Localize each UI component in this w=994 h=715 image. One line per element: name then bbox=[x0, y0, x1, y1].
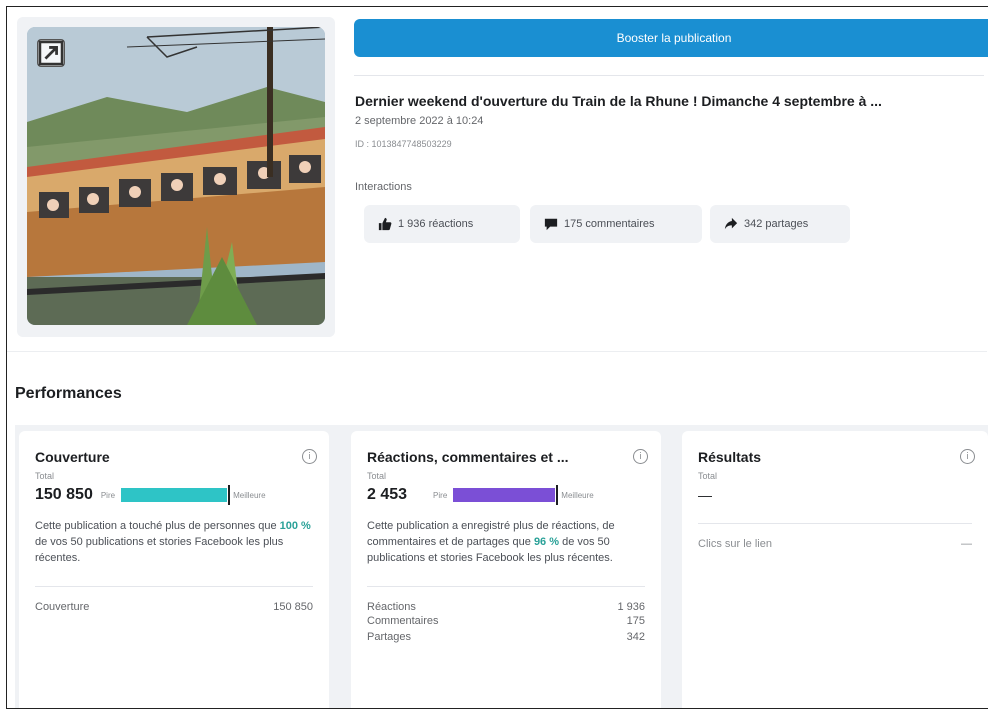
reactions-row: Réactions 1 936 bbox=[367, 601, 645, 613]
coverage-card: Couverture i Total 150 850 Pire Meilleur… bbox=[19, 431, 329, 708]
performances-heading: Performances bbox=[15, 385, 122, 402]
reactions-chip[interactable]: 1 936 réactions bbox=[364, 205, 520, 243]
post-date: 2 septembre 2022 à 10:24 bbox=[355, 115, 484, 127]
engagement-title: Réactions, commentaires et ... bbox=[367, 449, 569, 465]
post-id: ID : 1013847748503229 bbox=[355, 139, 452, 149]
info-icon[interactable]: i bbox=[633, 449, 648, 464]
engagement-value: 2 453 bbox=[367, 486, 408, 503]
bar-low-label: Pire bbox=[100, 490, 116, 500]
coverage-value: 150 850 bbox=[35, 486, 93, 503]
engagement-total-label: Total bbox=[367, 471, 387, 481]
coverage-description: Cette publication a touché plus de perso… bbox=[35, 520, 311, 564]
engagement-card: Réactions, commentaires et ... i Total 2… bbox=[351, 431, 661, 708]
boost-post-button[interactable]: Booster la publication bbox=[354, 19, 988, 57]
reactions-count: 1 936 réactions bbox=[398, 218, 474, 230]
post-thumbnail[interactable] bbox=[27, 27, 325, 325]
post-insights-panel: Booster la publication Dernier weekend d… bbox=[6, 6, 988, 709]
divider bbox=[35, 586, 313, 587]
comment-icon bbox=[544, 218, 558, 231]
share-icon bbox=[724, 217, 738, 230]
thumbnail-badge-icon bbox=[37, 39, 65, 67]
coverage-title: Couverture bbox=[35, 449, 110, 465]
comments-row: Commentaires 175 bbox=[367, 615, 645, 627]
link-clicks-row: Clics sur le lien — bbox=[698, 538, 972, 550]
train-photo-image bbox=[27, 27, 325, 325]
results-title: Résultats bbox=[698, 449, 762, 465]
coverage-comparison-bar bbox=[121, 485, 231, 505]
engagement-comparison-bar bbox=[453, 485, 559, 505]
shares-row: Partages 342 bbox=[367, 631, 645, 643]
results-total-label: Total bbox=[698, 471, 718, 481]
bar-high-label: Meilleure bbox=[561, 490, 594, 500]
post-thumbnail-card bbox=[17, 17, 335, 337]
info-icon[interactable]: i bbox=[302, 449, 317, 464]
info-icon[interactable]: i bbox=[960, 449, 975, 464]
divider bbox=[367, 586, 645, 587]
shares-count: 342 partages bbox=[744, 218, 809, 230]
results-value: — bbox=[698, 487, 712, 503]
coverage-percent: 100 % bbox=[279, 520, 311, 532]
comments-chip[interactable]: 175 commentaires bbox=[530, 205, 702, 243]
divider bbox=[7, 351, 987, 352]
interactions-label: Interactions bbox=[355, 181, 412, 193]
results-card: Résultats i Total — Clics sur le lien — bbox=[682, 431, 988, 708]
divider bbox=[354, 75, 984, 76]
coverage-total-label: Total bbox=[35, 471, 55, 481]
bar-low-label: Pire bbox=[433, 490, 448, 500]
coverage-row: Couverture 150 850 bbox=[35, 601, 313, 613]
divider bbox=[698, 523, 972, 524]
bar-high-label: Meilleure bbox=[233, 490, 266, 500]
comments-count: 175 commentaires bbox=[564, 218, 655, 230]
engagement-description: Cette publication a enregistré plus de r… bbox=[367, 520, 615, 564]
thumbs-up-icon bbox=[378, 217, 392, 231]
post-title[interactable]: Dernier weekend d'ouverture du Train de … bbox=[355, 93, 985, 109]
engagement-percent: 96 % bbox=[533, 536, 560, 548]
shares-chip[interactable]: 342 partages bbox=[710, 205, 850, 243]
